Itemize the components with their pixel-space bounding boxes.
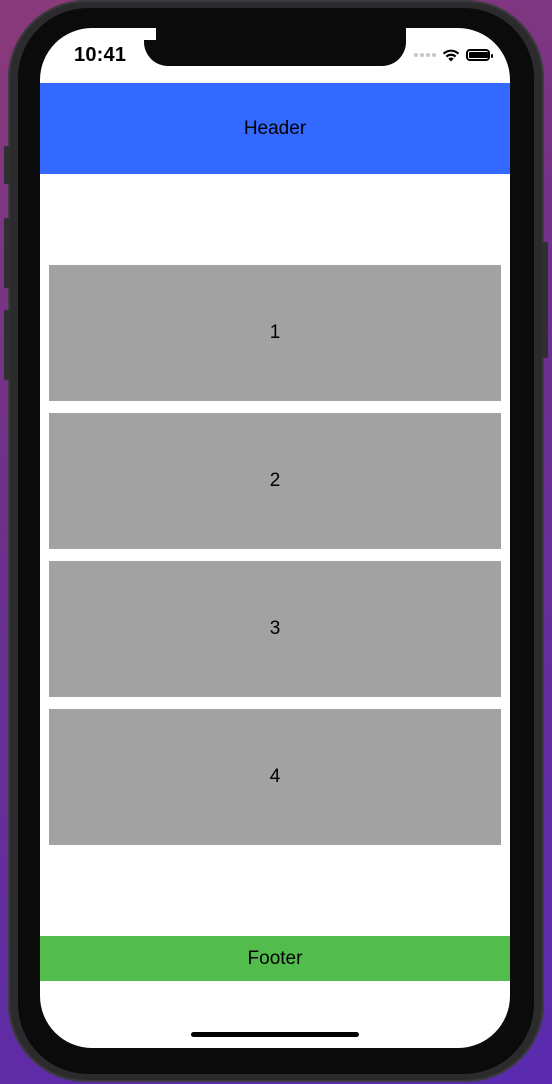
wifi-icon bbox=[442, 49, 460, 62]
silent-switch bbox=[4, 146, 10, 184]
list-item-label: 2 bbox=[269, 470, 281, 491]
list-item-label: 3 bbox=[269, 618, 281, 639]
app-screen: 10:41 Header 1 2 3 4 Footer bbox=[40, 28, 510, 1048]
home-indicator[interactable] bbox=[191, 1032, 359, 1037]
item-list: 1 2 3 4 bbox=[49, 265, 501, 857]
status-icons bbox=[414, 48, 493, 62]
list-item: 2 bbox=[49, 413, 501, 549]
list-item: 1 bbox=[49, 265, 501, 401]
header-bar: Header bbox=[40, 83, 510, 174]
list-item-label: 4 bbox=[269, 766, 281, 787]
camera-notch bbox=[144, 28, 406, 66]
header-title: Header bbox=[243, 117, 307, 139]
footer-title: Footer bbox=[247, 947, 303, 969]
status-time: 10:41 bbox=[74, 44, 127, 66]
list-item: 4 bbox=[49, 709, 501, 845]
footer-bar: Footer bbox=[40, 936, 510, 981]
list-item: 3 bbox=[49, 561, 501, 697]
volume-down-button bbox=[4, 310, 10, 380]
battery-icon bbox=[466, 49, 493, 61]
cellular-signal-icon bbox=[414, 53, 436, 57]
volume-up-button bbox=[4, 218, 10, 288]
power-button bbox=[542, 242, 548, 358]
list-item-label: 1 bbox=[269, 322, 281, 343]
